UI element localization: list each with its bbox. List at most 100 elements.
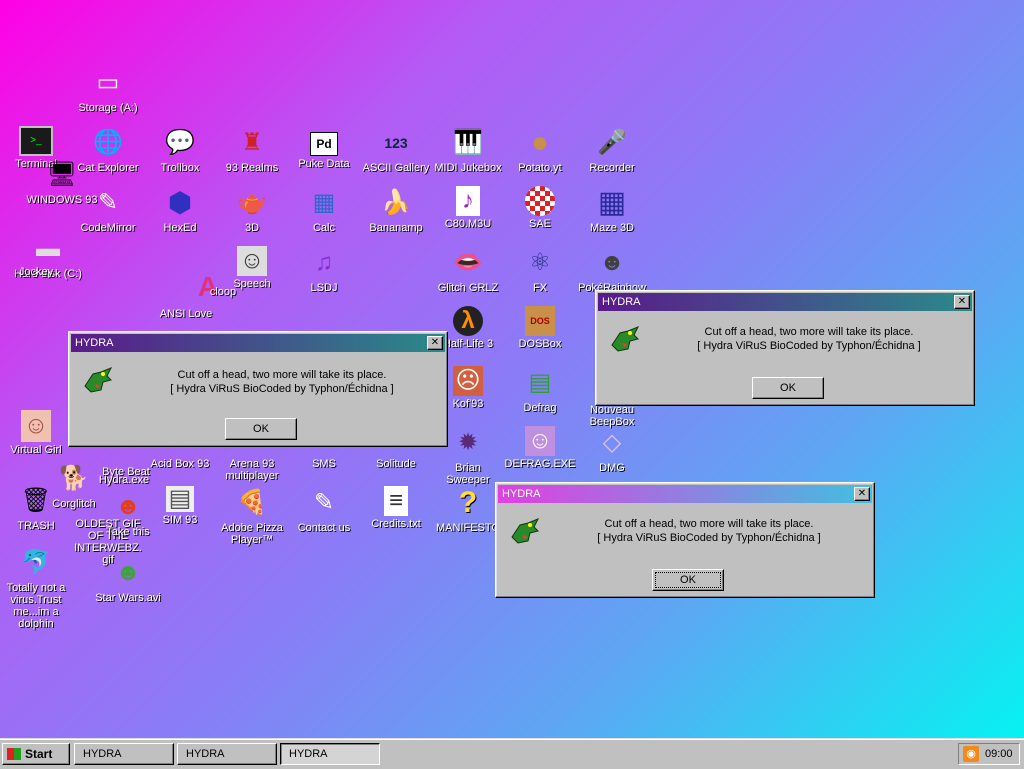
atom-icon: ⚛ — [529, 249, 551, 276]
ascii-icon: 123 — [384, 135, 408, 151]
ghost-face-icon: ☺ — [525, 426, 555, 456]
clock: 09:00 — [985, 748, 1013, 760]
desktop-icon-jockey[interactable]: Jockey — [0, 228, 72, 278]
floppy-drive-icon: ▭ — [96, 69, 120, 96]
desktop-icon-ascii-gallery[interactable]: 123 ASCII Gallery — [360, 126, 432, 174]
lsdj-icon: ♫ — [315, 249, 333, 276]
desktop-icon-codemirror[interactable]: ✎ CodeMirror — [72, 186, 144, 234]
desktop-icon-trollbox[interactable]: 💬 Trollbox — [144, 126, 216, 174]
taskbar-button-hydra-1[interactable]: HYDRA — [74, 743, 174, 765]
start-label: Start — [25, 747, 53, 761]
title-bar[interactable]: HYDRA ✕ — [498, 485, 872, 503]
window-title: HYDRA — [602, 296, 641, 308]
title-bar[interactable]: HYDRA ✕ — [71, 334, 445, 352]
ok-button[interactable]: OK — [752, 377, 824, 399]
dolphin-icon: 🐬 — [21, 549, 51, 576]
hydra-dialog-3[interactable]: HYDRA ✕ Cut off a head, two more will ta… — [495, 482, 875, 598]
desktop-icon-calc[interactable]: ▦ Calc — [288, 186, 360, 234]
desktop-icon-trash[interactable]: 🗑 TRASH — [0, 484, 72, 532]
ok-button[interactable]: OK — [652, 569, 724, 591]
title-bar[interactable]: HYDRA ✕ — [598, 293, 972, 311]
girl-portrait-icon: ☺ — [21, 410, 51, 442]
desktop-icon-arena-93[interactable]: Arena 93 multiplayer — [216, 458, 288, 482]
hydra-dragon-icon — [84, 367, 113, 393]
sim-icon: ▤ — [166, 485, 194, 512]
close-button[interactable]: ✕ — [854, 487, 870, 501]
lips-icon: 👄 — [453, 249, 483, 276]
desktop-icon-pokerainbow[interactable]: ☻ PokéRainbow — [576, 246, 648, 294]
desktop-icon-sms[interactable]: SMS — [288, 458, 360, 470]
taskbar-button-hydra-3[interactable]: HYDRA — [280, 743, 380, 765]
desktop-icon-manifesto[interactable]: ? MANIFESTO — [432, 486, 504, 534]
ok-button[interactable]: OK — [225, 418, 297, 440]
lambda-icon: λ — [453, 306, 483, 336]
desktop-icon-sae[interactable]: SAE — [504, 186, 576, 230]
clown-icon: ☻ — [115, 493, 141, 520]
codemirror-icon: ✎ — [97, 189, 119, 216]
potato-icon: ● — [530, 126, 550, 159]
desktop-icon-contact-us[interactable]: ✎ Contact us — [288, 486, 360, 534]
character-icon: ♜ — [241, 129, 263, 156]
close-button[interactable]: ✕ — [427, 336, 443, 350]
desktop-icon-lsdj[interactable]: ♫ LSDJ — [288, 246, 360, 294]
desktop-icon-fx[interactable]: ⚛ FX — [504, 246, 576, 294]
desktop-icon-defrag-exe[interactable]: ☺ DEFRAG.EXE — [504, 426, 576, 470]
start-button[interactable]: Start — [2, 743, 70, 765]
taskbar-button-hydra-2[interactable]: HYDRA — [177, 743, 277, 765]
desktop-icon-bananamp[interactable]: 🍌 Bananamp — [360, 186, 432, 234]
desktop-icon-acid-box[interactable]: Acid Box 93 — [144, 458, 216, 470]
rss-icon[interactable]: ◉ — [963, 746, 979, 762]
dialog-credit: [ Hydra ViRuS BioCoded by Typhon/Échidna… — [597, 532, 821, 544]
desktop-icon-maze-3d[interactable]: ▦ Maze 3D — [576, 186, 648, 234]
mine-icon: ✹ — [457, 429, 479, 456]
close-button[interactable]: ✕ — [954, 295, 970, 309]
pd-icon: Pd — [310, 132, 338, 156]
maze-icon: ▦ — [597, 186, 627, 219]
pokemon-icon: ☻ — [599, 249, 625, 276]
banana-icon: 🍌 — [381, 189, 411, 216]
desktop-icon-glitch-grlz[interactable]: 👄 Glitch GRLZ — [432, 246, 504, 294]
cube-icon: ⬢ — [167, 187, 193, 218]
dmg-icon: ◇ — [602, 429, 622, 456]
hydra-dialog-1[interactable]: HYDRA ✕ Cut off a head, two more will ta… — [68, 331, 448, 447]
desktop-icon-defrag[interactable]: ▤ Defrag — [504, 366, 576, 414]
text-file-icon: ≡ — [384, 486, 408, 516]
desktop-icon-pizza-player[interactable]: 🍕 Adobe Pizza Player™ — [216, 486, 288, 546]
trash-icon: 🗑 — [20, 487, 52, 514]
desktop-icon-potato[interactable]: ● Potato.yt — [504, 126, 576, 174]
dosbox-icon: DOS — [525, 306, 555, 336]
desktop-icon-virtual-girl[interactable]: ☺ Virtual Girl — [0, 410, 72, 456]
desktop-icon-93-realms[interactable]: ♜ 93 Realms — [216, 126, 288, 174]
calculator-icon: ▦ — [312, 189, 336, 216]
desktop-icon-credits[interactable]: ≡ Credits.txt — [360, 486, 432, 530]
terminal-icon: >_ — [19, 126, 53, 156]
audio-file-icon: ♪ — [456, 186, 480, 216]
teapot-icon: 🫖 — [237, 189, 267, 216]
hydra-dialog-2[interactable]: HYDRA ✕ Cut off a head, two more will ta… — [595, 290, 975, 406]
desktop-icon-dmg[interactable]: ◇ DMG — [576, 426, 648, 474]
piano-icon: 🎹 — [453, 129, 483, 156]
pizza-icon: 🍕 — [237, 489, 267, 516]
desktop-icon-recorder[interactable]: 🎤 Recorder — [576, 126, 648, 174]
desktop-icon-storage[interactable]: ▭ Storage (A:) — [72, 66, 144, 114]
desktop-icon-sim93[interactable]: ▤ SIM 93 — [144, 485, 216, 526]
desktop-icon-hydra[interactable]: Hydra.exe — [88, 474, 160, 486]
desktop-icon-cloop[interactable]: Acloop — [172, 270, 244, 302]
desktop-icon-3d[interactable]: 🫖 3D — [216, 186, 288, 234]
contact-icon: ✎ — [313, 489, 335, 516]
desktop-icon-dosbox[interactable]: DOS DOSBox — [504, 306, 576, 350]
desktop-icon-hexed[interactable]: ⬢ HexEd — [144, 186, 216, 234]
desktop-icon-midi-jukebox[interactable]: 🎹 MIDI Jukebox — [432, 126, 504, 174]
desktop-icon-solitude[interactable]: Solitude — [360, 458, 432, 470]
dialog-message: Cut off a head, two more will take its p… — [604, 518, 814, 530]
desktop-icon-star-wars[interactable]: ☻ Star Wars.avi — [92, 556, 164, 604]
dialog-message: Cut off a head, two more will take its p… — [704, 326, 914, 338]
taskbar: Start HYDRA HYDRA HYDRA ◉ 09:00 — [0, 738, 1024, 769]
window-title: HYDRA — [502, 488, 541, 500]
desktop-icon-beepbox[interactable]: Nouveau BeepBox — [576, 404, 648, 428]
desktop-icon-dolphin[interactable]: 🐬 Totally not a virus.Trust me...im a dol… — [0, 546, 72, 630]
desktop-icon-ansi-love[interactable]: ANSI Love — [150, 308, 222, 320]
windows-logo-icon — [7, 748, 21, 760]
desktop-icon-puke-data[interactable]: Pd Puke Data — [288, 132, 360, 170]
desktop-icon-c80[interactable]: ♪ C80.M3U — [432, 186, 504, 230]
